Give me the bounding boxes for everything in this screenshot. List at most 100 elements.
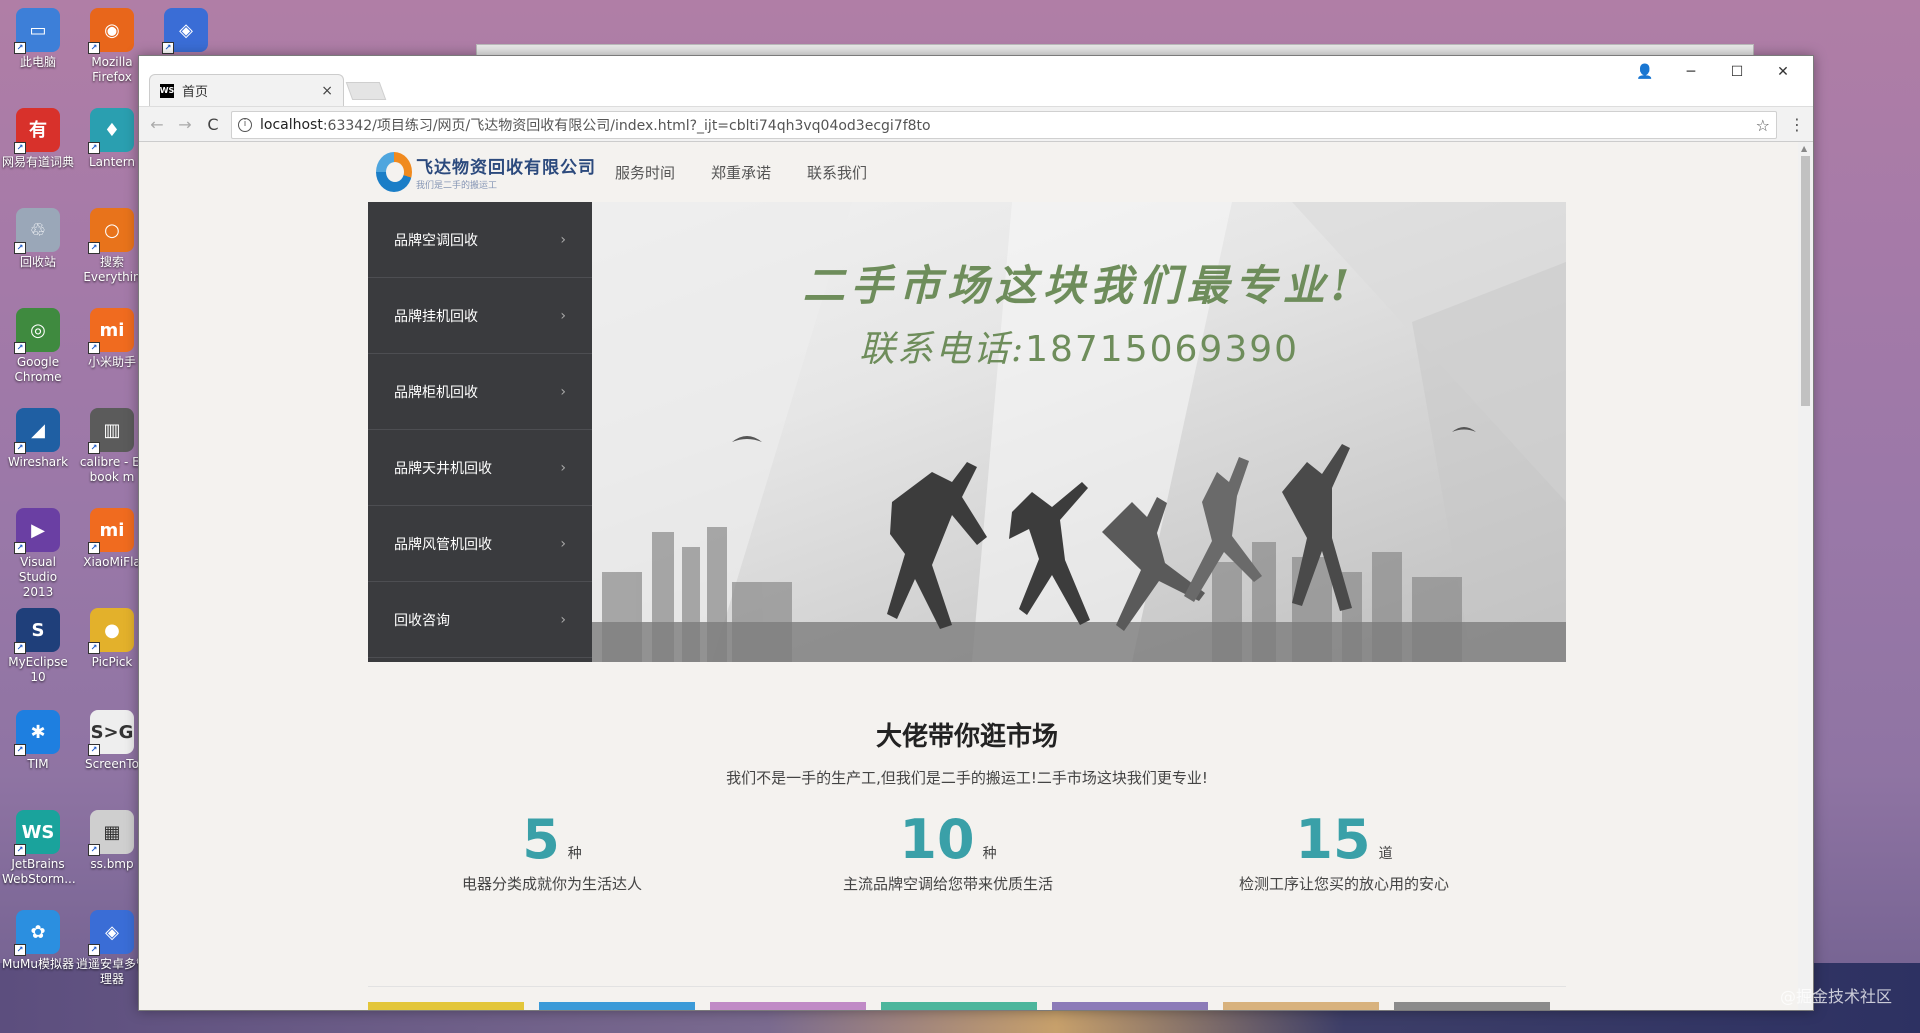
shortcut-arrow-icon: ↗ bbox=[88, 744, 100, 756]
category-menu-label: 品牌天井机回收 bbox=[394, 460, 492, 477]
tab-close-icon[interactable]: × bbox=[321, 83, 333, 99]
logo-subtitle: 我们是二手的搬运工 bbox=[416, 181, 498, 191]
app-icon: ▥ ↗ bbox=[88, 408, 134, 454]
stat-unit: 道 bbox=[1378, 846, 1393, 862]
stat-item: 5种 电器分类成就你为生活达人 bbox=[382, 808, 722, 894]
banner-phone-number: 18715069390 bbox=[1025, 329, 1300, 370]
watermark: @掘金技术社区 bbox=[1779, 987, 1892, 1006]
app-icon: S ↗ bbox=[14, 608, 60, 654]
app-icon: mi ↗ bbox=[88, 308, 134, 354]
chevron-right-icon: › bbox=[560, 383, 566, 400]
page-viewport: 飞达物资回收有限公司 我们是二手的搬运工 服务时间 郑重承诺 联系我们 品牌空调… bbox=[139, 142, 1799, 1010]
category-card[interactable] bbox=[1394, 1002, 1550, 1010]
category-menu-item[interactable]: 品牌风管机回收 › bbox=[368, 506, 592, 582]
desktop-icon[interactable]: ✿ ↗ MuMu模拟器 bbox=[2, 910, 74, 972]
category-card[interactable] bbox=[539, 1002, 695, 1010]
hero-banner[interactable]: 二手市场这块我们最专业! 联系电话:18715069390 bbox=[592, 202, 1566, 662]
desktop-icon-label: 回收站 bbox=[19, 255, 56, 269]
app-icon: ○ ↗ bbox=[88, 208, 134, 254]
category-menu-item[interactable]: 回收咨询 › bbox=[368, 582, 592, 658]
stat-description: 电器分类成就你为生活达人 bbox=[461, 875, 642, 893]
maximize-button[interactable]: ☐ bbox=[1715, 64, 1759, 80]
new-tab-button[interactable] bbox=[345, 82, 387, 100]
stat-number: 5 bbox=[522, 808, 560, 871]
chevron-right-icon: › bbox=[560, 611, 566, 628]
desktop-icon[interactable]: S ↗ MyEclipse 10 bbox=[2, 608, 74, 685]
desktop-icon[interactable]: WS ↗ JetBrains WebStorm... bbox=[2, 810, 76, 887]
desktop-icon[interactable]: ▭ ↗ 此电脑 bbox=[2, 8, 74, 70]
back-arrow-icon[interactable]: ← bbox=[143, 115, 171, 134]
desktop-icon[interactable]: ▶ ↗ Visual Studio 2013 bbox=[2, 508, 74, 600]
nav-contact[interactable]: 联系我们 bbox=[807, 162, 867, 183]
category-menu-item[interactable]: 品牌柜机回收 › bbox=[368, 354, 592, 430]
desktop-icon[interactable]: ♲ ↗ 回收站 bbox=[2, 208, 74, 270]
category-menu-label: 品牌柜机回收 bbox=[394, 384, 478, 401]
shortcut-arrow-icon: ↗ bbox=[88, 342, 100, 354]
page-scrollbar[interactable]: ▲ bbox=[1798, 142, 1813, 1010]
site-nav: 服务时间 郑重承诺 联系我们 bbox=[615, 162, 867, 183]
stat-unit: 种 bbox=[567, 846, 582, 862]
desktop-icon[interactable]: 有 ↗ 网易有道词典 bbox=[2, 108, 74, 170]
site-info-icon[interactable]: i bbox=[238, 118, 252, 132]
logo-name: 飞达物资回收有限公司 bbox=[416, 158, 596, 178]
category-card[interactable] bbox=[1223, 1002, 1379, 1010]
app-icon: ✿ ↗ bbox=[14, 910, 60, 956]
category-menu-item[interactable]: 品牌空调回收 › bbox=[368, 202, 592, 278]
site-logo[interactable]: 飞达物资回收有限公司 我们是二手的搬运工 bbox=[376, 152, 596, 192]
scroll-up-icon[interactable]: ▲ bbox=[1801, 144, 1807, 153]
app-icon: ◎ ↗ bbox=[14, 308, 60, 354]
category-card[interactable] bbox=[881, 1002, 1037, 1010]
desktop-icon-label: JetBrains WebStorm... bbox=[2, 857, 76, 886]
desktop-icon[interactable]: ✱ ↗ TIM bbox=[2, 710, 74, 772]
desktop-icon[interactable]: ◈ ↗ bbox=[150, 8, 222, 55]
reload-icon[interactable]: C bbox=[199, 115, 227, 134]
app-icon: S>G ↗ bbox=[88, 710, 134, 756]
section-subtitle: 我们不是一手的生产工,但我们是二手的搬运工!二手市场这块我们更专业! bbox=[726, 769, 1208, 787]
hero-section: 品牌空调回收 › 品牌挂机回收 › 品牌柜机回收 › 品牌天井机回收 › 品牌风管机回收 › 回收咨… bbox=[368, 202, 1566, 662]
shortcut-arrow-icon: ↗ bbox=[14, 944, 26, 956]
forward-arrow-icon[interactable]: → bbox=[171, 115, 199, 134]
nav-promise[interactable]: 郑重承诺 bbox=[711, 162, 771, 183]
tab-title: 首页 bbox=[182, 85, 209, 100]
desktop-icon-label: Google Chrome bbox=[14, 355, 62, 384]
app-icon: 有 ↗ bbox=[14, 108, 60, 154]
browser-menu-icon[interactable]: ⋮ bbox=[1789, 115, 1805, 134]
scrollbar-thumb[interactable] bbox=[1801, 156, 1810, 406]
section-divider bbox=[368, 986, 1566, 987]
desktop-icon[interactable]: ◢ ↗ Wireshark bbox=[2, 408, 74, 470]
shortcut-arrow-icon: ↗ bbox=[14, 542, 26, 554]
shortcut-arrow-icon: ↗ bbox=[88, 542, 100, 554]
desktop-icon[interactable]: ◎ ↗ Google Chrome bbox=[2, 308, 74, 385]
stat-item: 10 种 主流品牌空调给您带来优质生活 bbox=[778, 808, 1118, 894]
tab-home[interactable]: WS 首页 × bbox=[149, 74, 344, 106]
nav-service-time[interactable]: 服务时间 bbox=[615, 162, 675, 183]
desktop-icon-label: Visual Studio 2013 bbox=[18, 555, 58, 599]
url-bar[interactable]: i localhost :63342/项目练习/网页/飞达物资回收有限公司/in… bbox=[231, 111, 1777, 139]
desktop-icon-label: TIM bbox=[27, 757, 49, 771]
category-card[interactable] bbox=[1052, 1002, 1208, 1010]
url-path: :63342/项目练习/网页/飞达物资回收有限公司/index.html?_ij… bbox=[322, 118, 931, 134]
close-window-button[interactable]: ✕ bbox=[1761, 64, 1805, 80]
stat-description: 检测工序让您买的放心用的安心 bbox=[1238, 875, 1449, 893]
category-menu-item[interactable]: 品牌挂机回收 › bbox=[368, 278, 592, 354]
shortcut-arrow-icon: ↗ bbox=[88, 844, 100, 856]
shortcut-arrow-icon: ↗ bbox=[88, 642, 100, 654]
shortcut-arrow-icon: ↗ bbox=[14, 142, 26, 154]
section-title: 大佬带你逛市场 bbox=[875, 722, 1058, 752]
category-menu-item[interactable]: 品牌天井机回收 › bbox=[368, 430, 592, 506]
account-icon[interactable]: 👤 bbox=[1623, 64, 1667, 80]
app-icon: ▦ ↗ bbox=[88, 810, 134, 856]
shortcut-arrow-icon: ↗ bbox=[162, 42, 174, 54]
category-card[interactable] bbox=[368, 1002, 524, 1010]
app-icon: ✱ ↗ bbox=[14, 710, 60, 756]
category-menu-label: 品牌挂机回收 bbox=[394, 308, 478, 325]
category-card[interactable] bbox=[710, 1002, 866, 1010]
website: 飞达物资回收有限公司 我们是二手的搬运工 服务时间 郑重承诺 联系我们 品牌空调… bbox=[368, 142, 1566, 1010]
banner-phone-label: 联系电话: bbox=[858, 329, 1026, 370]
bookmark-star-icon[interactable]: ☆ bbox=[1756, 116, 1770, 135]
minimize-button[interactable]: ─ bbox=[1669, 64, 1713, 80]
app-icon: WS ↗ bbox=[14, 810, 60, 856]
shortcut-arrow-icon: ↗ bbox=[88, 142, 100, 154]
shortcut-arrow-icon: ↗ bbox=[88, 442, 100, 454]
desktop-icon-label: MyEclipse 10 bbox=[8, 655, 68, 684]
